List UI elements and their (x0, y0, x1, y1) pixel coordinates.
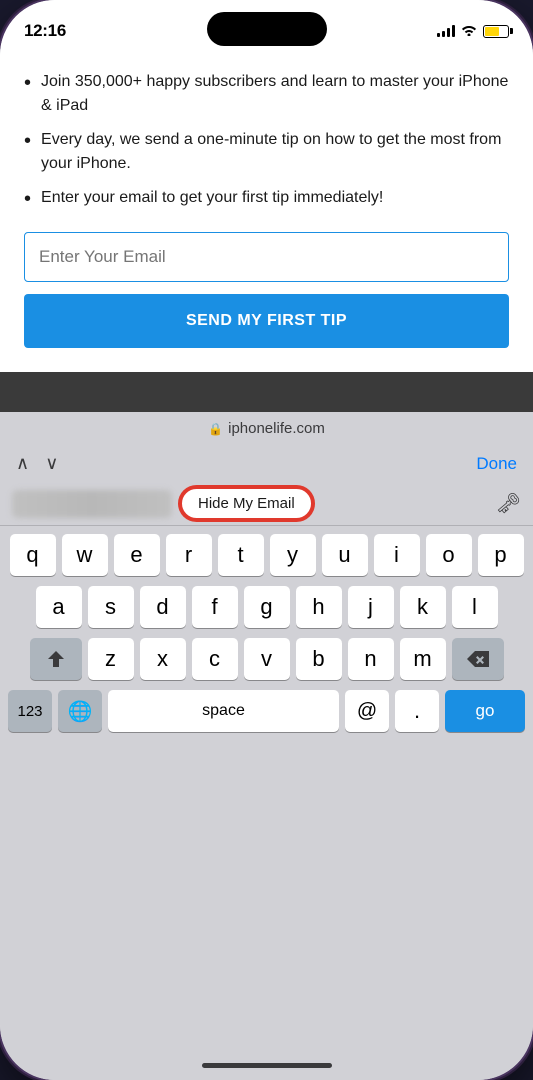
key-d[interactable]: d (140, 586, 186, 628)
keyboard-row-3: z x c v b n m (4, 638, 529, 680)
phone-frame: 12:16 (0, 0, 533, 1080)
email-input[interactable] (24, 232, 509, 282)
key-h[interactable]: h (296, 586, 342, 628)
key-w[interactable]: w (62, 534, 108, 576)
home-indicator-area (0, 1055, 533, 1080)
key-i[interactable]: i (374, 534, 420, 576)
keyboard-nav-bar: ∧ ∨ Done (0, 445, 533, 482)
key-s[interactable]: s (88, 586, 134, 628)
key-n[interactable]: n (348, 638, 394, 680)
space-key[interactable]: space (108, 690, 339, 732)
key-r[interactable]: r (166, 534, 212, 576)
url-domain: iphonelife.com (228, 420, 325, 437)
key-x[interactable]: x (140, 638, 186, 680)
keyboard-bottom-row: 123 🌐 space @ . go (4, 690, 529, 732)
key-c[interactable]: c (192, 638, 238, 680)
dark-strip (0, 372, 533, 412)
numbers-key[interactable]: 123 (8, 690, 52, 732)
key-j[interactable]: j (348, 586, 394, 628)
keyboard-row-1: q w e r t y u i o p (4, 534, 529, 576)
bullet-list: Join 350,000+ happy subscribers and lear… (24, 70, 509, 212)
lock-icon: 🔒 (208, 422, 223, 436)
web-content: Join 350,000+ happy subscribers and lear… (0, 50, 533, 372)
battery-icon (483, 25, 509, 38)
keyboard-row-2: a s d f g h j k l (4, 586, 529, 628)
key-l[interactable]: l (452, 586, 498, 628)
home-bar (202, 1063, 332, 1068)
delete-key[interactable] (452, 638, 504, 680)
status-time: 12:16 (24, 21, 66, 41)
signal-bars-icon (437, 25, 455, 37)
key-icon: 🗝 (496, 491, 521, 516)
key-e[interactable]: e (114, 534, 160, 576)
done-button[interactable]: Done (476, 454, 517, 474)
shift-key[interactable] (30, 638, 82, 680)
prev-field-button[interactable]: ∧ (16, 453, 29, 474)
autocomplete-row: Hide My Email 🗝 (0, 482, 533, 526)
status-icons (437, 23, 509, 39)
key-m[interactable]: m (400, 638, 446, 680)
submit-button[interactable]: SEND MY FIRST TIP (24, 294, 509, 348)
url-bar-area: 🔒 iphonelife.com (0, 412, 533, 445)
key-q[interactable]: q (10, 534, 56, 576)
nav-arrows: ∧ ∨ (16, 453, 58, 474)
wifi-icon (461, 23, 477, 39)
key-v[interactable]: v (244, 638, 290, 680)
go-key[interactable]: go (445, 690, 525, 732)
key-g[interactable]: g (244, 586, 290, 628)
next-field-button[interactable]: ∨ (45, 453, 58, 474)
at-key[interactable]: @ (345, 690, 389, 732)
keyboard: q w e r t y u i o p a s d f g h j k (0, 526, 533, 1055)
key-k[interactable]: k (400, 586, 446, 628)
key-p[interactable]: p (478, 534, 524, 576)
period-key[interactable]: . (395, 690, 439, 732)
bullet-item-2: Every day, we send a one-minute tip on h… (24, 128, 509, 176)
bullet-item-3: Enter your email to get your first tip i… (24, 186, 509, 212)
emoji-key[interactable]: 🌐 (58, 690, 102, 732)
url-bar-content: 🔒 iphonelife.com (208, 420, 325, 437)
bullet-item-1: Join 350,000+ happy subscribers and lear… (24, 70, 509, 118)
key-f[interactable]: f (192, 586, 238, 628)
dynamic-island (207, 12, 327, 46)
key-o[interactable]: o (426, 534, 472, 576)
key-a[interactable]: a (36, 586, 82, 628)
autocomplete-suggestion-blurred[interactable] (12, 490, 172, 518)
key-z[interactable]: z (88, 638, 134, 680)
key-b[interactable]: b (296, 638, 342, 680)
key-t[interactable]: t (218, 534, 264, 576)
hide-my-email-button[interactable]: Hide My Email (180, 487, 313, 520)
key-u[interactable]: u (322, 534, 368, 576)
phone-screen: 12:16 (0, 0, 533, 1080)
key-y[interactable]: y (270, 534, 316, 576)
